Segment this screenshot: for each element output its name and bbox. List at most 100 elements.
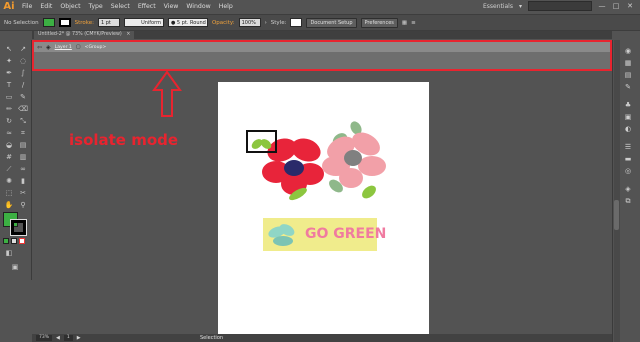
graphic-styles-icon[interactable]: ▣: [622, 112, 634, 122]
right-panel-dock: ◉ ▦ ▤ ✎ ♣ ▣ ◐ ☰ ▬ ◎ ◈ ⧉: [612, 40, 640, 342]
variable-width-profile[interactable]: Uniform: [123, 18, 164, 27]
close-button[interactable]: ✕: [626, 2, 634, 10]
tab-close-icon[interactable]: ×: [126, 32, 130, 37]
gradient-panel-icon[interactable]: ▬: [622, 154, 634, 164]
menu-select[interactable]: Select: [107, 0, 134, 14]
menu-edit[interactable]: Edit: [36, 0, 56, 14]
swatches-icon[interactable]: ▤: [622, 70, 634, 80]
selection-tool-icon[interactable]: ↖: [3, 44, 15, 55]
tools-panel: ↖ ↗ ✦ ◌ ✒ ∫ T / ▭ ✎ ✏ ⌫ ↻ ⤡ ≈ ⌗ ◒ ▤ # ▥ …: [0, 40, 32, 280]
arrange-documents-icon[interactable]: ▦: [402, 20, 407, 26]
scroll-thumb[interactable]: [614, 200, 619, 230]
artboard-number-field[interactable]: 1: [63, 335, 73, 341]
menu-window[interactable]: Window: [182, 0, 214, 14]
blend-tool-icon[interactable]: ∞: [17, 164, 29, 175]
pencil-tool-icon[interactable]: ✏: [3, 104, 15, 115]
style-label: Style:: [270, 19, 287, 26]
curvature-tool-icon[interactable]: ∫: [17, 68, 29, 79]
magic-wand-icon[interactable]: ✦: [3, 56, 15, 67]
maximize-button[interactable]: □: [612, 2, 620, 10]
minimize-button[interactable]: —: [598, 2, 606, 10]
document-tab-title: Untitled-2* @ 73% (CMYK/Preview): [38, 32, 122, 37]
prev-artboard-icon[interactable]: ◀: [56, 335, 60, 341]
eraser-tool-icon[interactable]: ⌫: [17, 104, 29, 115]
pen-tool-icon[interactable]: ✒: [3, 68, 15, 79]
zoom-field[interactable]: 73%: [36, 335, 53, 341]
zoom-tool-icon[interactable]: ⚲: [17, 200, 29, 211]
status-mode[interactable]: Selection: [200, 334, 223, 342]
isolation-highlight-box: [32, 40, 612, 71]
color-guide-icon[interactable]: ▦: [622, 58, 634, 68]
selection-label: No Selection: [4, 19, 39, 26]
next-artboard-icon[interactable]: ▶: [77, 335, 81, 341]
lasso-icon[interactable]: ◌: [17, 56, 29, 67]
rotate-tool-icon[interactable]: ↻: [3, 116, 15, 127]
document-setup-button[interactable]: Document Setup: [306, 17, 357, 28]
artboards-panel-icon[interactable]: ⧉: [622, 196, 634, 206]
banner-leaf-icon: [268, 224, 295, 246]
layers-panel-icon[interactable]: ◈: [622, 184, 634, 194]
menu-effect[interactable]: Effect: [134, 0, 160, 14]
control-bar: No Selection Stroke: 1 pt Uniform ● 5 pt…: [0, 14, 640, 31]
illustrator-logo: Ai: [3, 1, 15, 12]
hand-tool-icon[interactable]: ✋: [3, 200, 15, 211]
mesh-tool-icon[interactable]: #: [3, 152, 15, 163]
symbols-icon[interactable]: ♣: [622, 100, 634, 110]
brush-label: 5 pt. Round: [176, 20, 206, 26]
scale-tool-icon[interactable]: ⤡: [17, 116, 29, 127]
main-menu: File Edit Object Type Select Effect View…: [18, 0, 237, 14]
eyedropper-icon[interactable]: ⟋: [3, 164, 15, 175]
draw-mode-icon[interactable]: ◧: [3, 248, 15, 259]
menu-file[interactable]: File: [18, 0, 36, 14]
workspace-switcher[interactable]: Essentials: [483, 3, 513, 10]
shape-builder-icon[interactable]: ◒: [3, 140, 15, 151]
appearance-icon[interactable]: ◐: [622, 124, 634, 134]
paintbrush-icon[interactable]: ✎: [17, 92, 29, 103]
none-mode-icon[interactable]: [19, 238, 25, 244]
brushes-icon[interactable]: ✎: [622, 82, 634, 92]
width-tool-icon[interactable]: ≈: [3, 128, 15, 139]
search-input[interactable]: [528, 1, 592, 11]
color-panel-icon[interactable]: ◉: [622, 46, 634, 56]
color-mode-icon[interactable]: [3, 238, 9, 244]
menu-help[interactable]: Help: [215, 0, 237, 14]
menu-object[interactable]: Object: [56, 0, 84, 14]
preferences-button[interactable]: Preferences: [360, 17, 398, 28]
stroke-weight-field[interactable]: 1 pt: [97, 18, 120, 27]
line-tool-icon[interactable]: /: [17, 80, 29, 91]
slice-tool-icon[interactable]: ✂: [17, 188, 29, 199]
artboard-tool-icon[interactable]: ⬚: [3, 188, 15, 199]
menu-type[interactable]: Type: [85, 0, 107, 14]
screen-mode-icon[interactable]: ▣: [9, 262, 21, 273]
isolate-mode-annotation: isolate mode: [69, 131, 179, 149]
panel-menu-icon[interactable]: ≡: [411, 20, 416, 26]
gradient-mode-icon[interactable]: [11, 238, 17, 244]
direct-selection-tool-icon[interactable]: ↗: [17, 44, 29, 55]
fill-swatch[interactable]: [42, 18, 55, 27]
vertical-scrollbar[interactable]: [614, 40, 620, 342]
opacity-field[interactable]: 100%: [238, 18, 261, 27]
rectangle-tool-icon[interactable]: ▭: [3, 92, 15, 103]
stroke-swatch[interactable]: [58, 18, 71, 27]
free-transform-icon[interactable]: ⌗: [17, 128, 29, 139]
perspective-grid-icon[interactable]: ▤: [17, 140, 29, 151]
stroke-label[interactable]: Stroke:: [75, 20, 94, 26]
chevron-right-icon[interactable]: ›: [265, 20, 267, 26]
brush-definition[interactable]: ● 5 pt. Round: [167, 18, 208, 27]
transparency-icon[interactable]: ◎: [622, 166, 634, 176]
graph-tool-icon[interactable]: ▮: [17, 176, 29, 187]
symbol-sprayer-icon[interactable]: ✺: [3, 176, 15, 187]
menu-view[interactable]: View: [160, 0, 183, 14]
document-tabbar: Untitled-2* @ 73% (CMYK/Preview) ×: [32, 31, 612, 39]
opacity-label[interactable]: Opacity:: [212, 20, 235, 26]
menu-bar: Ai File Edit Object Type Select Effect V…: [0, 0, 640, 14]
stroke-panel-icon[interactable]: ☰: [622, 142, 634, 152]
type-tool-icon[interactable]: T: [3, 80, 15, 91]
pink-flower[interactable]: [322, 119, 386, 201]
document-tab[interactable]: Untitled-2* @ 73% (CMYK/Preview) ×: [34, 31, 135, 39]
red-flower[interactable]: [262, 135, 324, 203]
style-swatch[interactable]: [290, 18, 303, 27]
chevron-down-icon[interactable]: ▾: [519, 3, 522, 10]
stroke-color-box[interactable]: [10, 219, 27, 236]
gradient-tool-icon[interactable]: ▥: [17, 152, 29, 163]
